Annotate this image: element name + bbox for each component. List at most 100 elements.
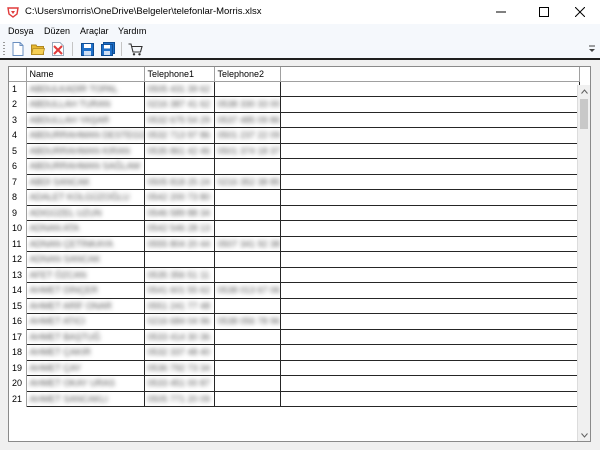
cell-name[interactable]: ADIGÜZEL UZUN [26,205,145,221]
cell-telephone1[interactable]: 0533 414 30 36 [144,329,215,345]
cell-empty[interactable] [280,282,580,299]
cell-name[interactable]: AHMET SANCAKLI [26,391,145,407]
row-number[interactable]: 1 [9,81,27,97]
table-row[interactable]: 11 ADNAN ÇETİNKAYA 0555 804 20 44 0507 341 … [9,236,580,252]
row-number[interactable]: 11 [9,236,27,252]
table-row[interactable]: 10 ADNAN ATA 0542 546 28 13 [9,220,580,237]
cell-name[interactable]: ABDULLAH YAŞAR [26,112,145,128]
cell-telephone2[interactable] [214,360,281,376]
cell-name[interactable]: AHMET OKAY URAS [26,375,145,392]
cell-telephone2[interactable] [214,391,281,407]
data-grid[interactable]: Name Telephone1 Telephone2 1 ABDULKADİR T… [8,66,591,442]
cell-telephone1[interactable]: 0535 356 51 11 [144,267,215,283]
new-button[interactable] [10,41,26,57]
cell-empty[interactable] [280,267,580,283]
cell-telephone2[interactable]: 0538 056 78 96 [214,313,281,330]
cell-telephone2[interactable] [214,189,281,206]
cell-telephone1[interactable]: 0532 713 97 86 [144,127,215,144]
cell-name[interactable]: ADALET KOLGÜZOĞLU [26,189,145,206]
cell-telephone1[interactable]: 0532 337 48 40 [144,344,215,361]
table-row[interactable]: 15 AHMET ARİF ONAR 0551 241 77 48 [9,298,580,314]
cell-telephone1[interactable]: 0546 589 88 34 [144,205,215,221]
cell-telephone1[interactable]: 0542 200 73 80 [144,189,215,206]
cart-button[interactable] [127,41,143,57]
cell-telephone1[interactable] [144,158,215,175]
cell-telephone2[interactable] [214,298,281,314]
cell-telephone1[interactable]: 0542 546 28 13 [144,220,215,237]
cell-name[interactable]: ABDULKADİR TOPAL [26,81,145,97]
cell-telephone1[interactable]: 0541 601 55 62 [144,282,215,299]
row-number[interactable]: 15 [9,298,27,314]
table-row[interactable]: 19 AHMET ÇAY 0536 792 73 34 [9,360,580,376]
cell-telephone2[interactable]: 0501 374 18 37 [214,143,281,159]
table-row[interactable]: 20 AHMET OKAY URAS 0533 451 00 87 [9,375,580,392]
table-row[interactable]: 13 AFET ÖZCAN 0535 356 51 11 [9,267,580,283]
table-row[interactable]: 9 ADIGÜZEL UZUN 0546 589 88 34 [9,205,580,221]
cell-empty[interactable] [280,127,580,144]
save-button[interactable] [79,41,95,57]
cell-telephone2[interactable]: 0537 485 09 86 [214,112,281,128]
row-number[interactable]: 12 [9,251,27,267]
cell-name[interactable]: AHMET BAŞTUĞ [26,329,145,345]
cell-empty[interactable] [280,112,580,128]
cell-telephone1[interactable]: 0505 771 20 09 [144,391,215,407]
cell-telephone1[interactable]: 0535 861 42 46 [144,143,215,159]
cell-telephone2[interactable] [214,81,281,97]
row-number[interactable]: 17 [9,329,27,345]
cell-telephone2[interactable] [214,329,281,345]
cell-telephone1[interactable]: 0536 792 73 34 [144,360,215,376]
cell-empty[interactable] [280,298,580,314]
toolbar-grip[interactable] [3,42,5,56]
cell-telephone1[interactable]: 0532 675 54 29 [144,112,215,128]
cell-telephone2[interactable] [214,220,281,237]
menu-araclar[interactable]: Araçlar [80,26,109,36]
cell-name[interactable]: AHMET ÇAY [26,360,145,376]
cell-telephone2[interactable]: 0538 330 33 00 [214,96,281,113]
cell-empty[interactable] [280,391,580,407]
row-number[interactable]: 19 [9,360,27,376]
table-row[interactable]: 12 ADNAN SANCAK [9,251,580,268]
table-row[interactable]: 18 AHMET ÇAKIR 0532 337 48 40 [9,344,580,361]
open-button[interactable] [30,41,46,57]
row-number[interactable]: 7 [9,174,27,190]
cell-name[interactable]: ABDİ SANCAK [26,174,145,190]
row-number[interactable]: 14 [9,282,27,298]
cell-telephone1[interactable]: 0216 387 41 62 [144,96,215,113]
cell-telephone1[interactable]: 0533 451 00 87 [144,375,215,392]
cell-telephone1[interactable]: 0505 818 25 24 [144,174,215,190]
table-row[interactable]: 3 ABDULLAH YAŞAR 0532 675 54 29 0537 485 09… [9,112,580,128]
cell-empty[interactable] [280,96,580,113]
cell-empty[interactable] [280,143,580,159]
table-row[interactable]: 8 ADALET KOLGÜZOĞLU 0542 200 73 80 [9,189,580,206]
cell-empty[interactable] [280,344,580,361]
cell-empty[interactable] [280,313,580,330]
row-number[interactable]: 18 [9,344,27,360]
cell-name[interactable]: ADNAN SANCAK [26,251,145,268]
cell-telephone2[interactable] [214,251,281,268]
row-number[interactable]: 3 [9,112,27,128]
cell-name[interactable]: ABDURRAHMAN DESTEGÜL [26,127,145,144]
column-header-telephone1[interactable]: Telephone1 [144,67,215,82]
cell-empty[interactable] [280,220,580,237]
table-row[interactable]: 14 AHMET DİNÇER 0541 601 55 62 0538 013 67 … [9,282,580,299]
column-header-telephone2[interactable]: Telephone2 [214,67,281,82]
table-row[interactable]: 6 ABDURRAHMAN SAĞLAM [9,158,580,175]
delete-button[interactable] [50,41,66,57]
cell-name[interactable]: AHMET ATICI [26,313,145,330]
save-all-button[interactable] [100,41,116,57]
cell-telephone2[interactable]: 0507 341 92 38 [214,236,281,252]
table-row[interactable]: 1 ABDULKADİR TOPAL 0505 431 39 62 [9,81,580,97]
menu-duzen[interactable]: Düzen [44,26,70,36]
row-number[interactable]: 20 [9,375,27,391]
cell-telephone1[interactable]: 0216 684 04 96 [144,313,215,330]
cell-empty[interactable] [280,158,580,175]
column-header-name[interactable]: Name [26,67,145,82]
cell-name[interactable]: ABDULLAH TURAN [26,96,145,113]
scrollbar-thumb[interactable] [580,99,588,129]
row-number[interactable]: 16 [9,313,27,329]
row-number[interactable]: 10 [9,220,27,236]
row-number[interactable]: 9 [9,205,27,221]
row-number[interactable]: 4 [9,127,27,143]
cell-telephone1[interactable]: 0555 804 20 44 [144,236,215,252]
cell-name[interactable]: ADNAN ATA [26,220,145,237]
